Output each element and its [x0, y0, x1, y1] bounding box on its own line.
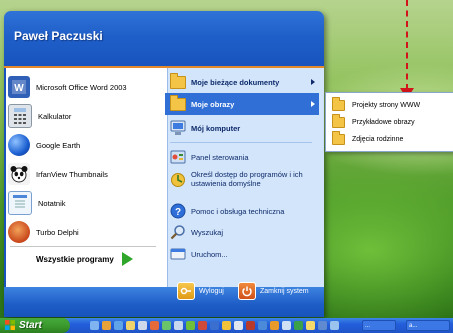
submenu-label: Projekty strony WWW: [352, 101, 421, 109]
taskbar-task[interactable]: ...: [362, 320, 396, 331]
quicklaunch-icon[interactable]: [246, 321, 255, 330]
key-icon: [177, 282, 195, 300]
program-item-calculator[interactable]: Kalkulator: [8, 104, 71, 128]
program-label: Kalkulator: [38, 111, 72, 121]
control-panel-icon: [170, 149, 186, 165]
item-label: Wyszukaj: [191, 227, 224, 237]
quicklaunch-icon[interactable]: [234, 321, 243, 330]
logoff-label: Wyloguj: [199, 287, 224, 295]
item-label: Moje bieżące dokumenty: [191, 77, 280, 87]
quicklaunch-icon[interactable]: [102, 321, 111, 330]
chevron-right-icon: [311, 79, 315, 85]
folder-icon: [332, 96, 345, 111]
quicklaunch-icon[interactable]: [162, 321, 171, 330]
quicklaunch-icon[interactable]: [90, 321, 99, 330]
item-label: Moje obrazy: [191, 99, 235, 109]
quicklaunch-icon[interactable]: [306, 321, 315, 330]
my-recent-documents[interactable]: Moje bieżące dokumenty: [170, 71, 279, 93]
quicklaunch-icon[interactable]: [222, 321, 231, 330]
start-menu-header: Paweł Paczuski: [4, 11, 324, 68]
quicklaunch-icon[interactable]: [210, 321, 219, 330]
computer-icon: [170, 120, 186, 136]
quicklaunch-icon[interactable]: [126, 321, 135, 330]
submenu-label: Przykładowe obrazy: [352, 118, 415, 126]
quicklaunch-icon[interactable]: [198, 321, 207, 330]
program-label: IrfanView Thumbnails: [36, 169, 108, 179]
quicklaunch-icon[interactable]: [270, 321, 279, 330]
program-item-irfanview[interactable]: IrfanView Thumbnails: [8, 162, 108, 186]
annotation-dashed-line: [406, 0, 408, 90]
my-pictures[interactable]: Moje obrazy: [165, 93, 319, 115]
user-name: Paweł Paczuski: [14, 29, 103, 43]
submenu-item[interactable]: Projekty strony WWW: [332, 96, 421, 113]
quicklaunch-icon[interactable]: [150, 321, 159, 330]
svg-text:W: W: [14, 83, 24, 94]
arrow-right-icon: [121, 252, 133, 266]
quicklaunch-icon[interactable]: [330, 321, 339, 330]
help-icon: ?: [170, 203, 186, 219]
power-icon: [238, 282, 256, 300]
chevron-right-icon: [311, 101, 315, 107]
delphi-icon: [8, 221, 30, 243]
start-button[interactable]: Start: [0, 318, 70, 333]
quicklaunch-icon[interactable]: [114, 321, 123, 330]
quicklaunch-icon[interactable]: [282, 321, 291, 330]
all-programs-label: Wszystkie programy: [36, 254, 114, 264]
quicklaunch-icon[interactable]: [174, 321, 183, 330]
control-panel[interactable]: Panel sterowania: [170, 146, 249, 168]
program-item-notepad[interactable]: Notatnik: [8, 191, 66, 215]
search[interactable]: Wyszukaj: [170, 221, 223, 243]
run-icon: [170, 246, 186, 262]
run[interactable]: Uruchom...: [170, 243, 228, 265]
pictures-submenu: Projekty strony WWW Przykładowe obrazy Z…: [325, 92, 453, 152]
submenu-label: Zdjęcia rodzinne: [352, 135, 404, 143]
help-and-support[interactable]: ? Pomoc i obsługa techniczna: [170, 200, 284, 222]
folder-icon: [170, 72, 186, 90]
quicklaunch-icon[interactable]: [138, 321, 147, 330]
quicklaunch-icon[interactable]: [258, 321, 267, 330]
quicklaunch-icon[interactable]: [318, 321, 327, 330]
divider: [170, 142, 312, 143]
all-programs-button[interactable]: Wszystkie programy: [36, 252, 133, 266]
calculator-icon: [8, 104, 32, 128]
program-label: Turbo Delphi: [36, 227, 79, 237]
item-label: Pomoc i obsługa techniczna: [191, 206, 285, 216]
pictures-folder-icon: [170, 94, 186, 112]
word-icon: W: [8, 76, 30, 98]
windows-logo-icon: [5, 319, 15, 332]
program-label: Notatnik: [38, 198, 66, 208]
svg-text:?: ?: [175, 207, 181, 218]
taskbar-task[interactable]: a...: [406, 320, 450, 331]
program-item-delphi[interactable]: Turbo Delphi: [8, 220, 79, 244]
submenu-item[interactable]: Zdjęcia rodzinne: [332, 130, 404, 147]
notepad-icon: [8, 191, 32, 215]
logoff-button[interactable]: Wyloguj: [177, 282, 224, 300]
quicklaunch-icon[interactable]: [294, 321, 303, 330]
item-label: Uruchom...: [191, 249, 228, 259]
submenu-item[interactable]: Przykładowe obrazy: [332, 113, 415, 130]
defaults-icon: [170, 172, 186, 188]
program-label: Microsoft Office Word 2003: [36, 82, 127, 92]
my-computer[interactable]: Mój komputer: [170, 117, 240, 139]
search-icon: [170, 224, 186, 240]
program-access-defaults[interactable]: Określ dostęp do programów i ich ustawie…: [170, 168, 311, 194]
item-label: Określ dostęp do programów i ich ustawie…: [191, 170, 303, 188]
panda-icon: [8, 163, 30, 185]
program-item-word[interactable]: W Microsoft Office Word 2003: [8, 75, 127, 99]
program-item-google-earth[interactable]: Google Earth: [8, 133, 80, 157]
item-label: Mój komputer: [191, 123, 241, 133]
program-label: Google Earth: [36, 140, 81, 150]
shutdown-button[interactable]: Zamknij system: [238, 282, 309, 300]
quicklaunch-icon[interactable]: [186, 321, 195, 330]
globe-icon: [8, 134, 30, 156]
task-label: ...: [365, 322, 371, 329]
task-label: a...: [409, 322, 418, 329]
folder-icon: [332, 113, 345, 128]
item-label: Panel sterowania: [191, 152, 249, 162]
shutdown-label: Zamknij system: [260, 287, 309, 295]
start-label: Start: [19, 320, 42, 331]
divider: [10, 246, 156, 247]
folder-icon: [332, 130, 345, 145]
